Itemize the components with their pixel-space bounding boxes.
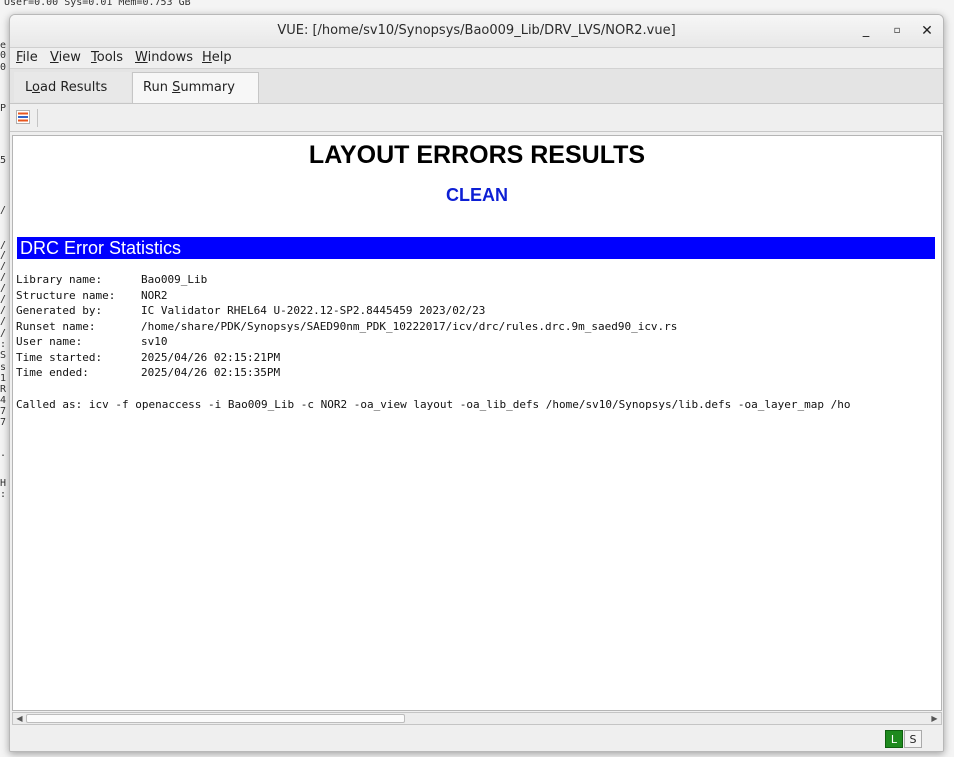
terminal-fragment: 7 xyxy=(0,417,7,428)
menu-tools[interactable]: Tools xyxy=(91,50,123,65)
menu-bar: File View Tools Windows Help xyxy=(10,48,943,68)
status-bar: L S xyxy=(10,726,943,751)
info-value: IC Validator RHEL64 U-2022.12-SP2.844545… xyxy=(141,304,486,317)
menu-windows-label: indows xyxy=(147,50,194,65)
terminal-fragment: 7 xyxy=(0,406,7,417)
scrollbar-thumb[interactable] xyxy=(26,714,405,723)
toolbar-separator xyxy=(37,109,38,127)
info-label: Generated by: xyxy=(16,304,103,317)
maximize-button[interactable]: ▫ xyxy=(887,22,907,40)
info-value: NOR2 xyxy=(141,288,168,302)
info-row: Library name: Bao009_Lib xyxy=(16,272,677,288)
terminal-fragment: / xyxy=(0,250,7,261)
menu-help-label: elp xyxy=(211,50,232,65)
menu-view[interactable]: View xyxy=(50,50,81,65)
terminal-fragment: : xyxy=(0,489,7,500)
terminal-fragment: / xyxy=(0,283,7,294)
tab-run-summary[interactable]: Run Summary ✕ xyxy=(132,72,259,125)
menu-help-mnemonic: H xyxy=(202,50,212,65)
menu-help[interactable]: Help xyxy=(202,50,232,65)
terminal-fragment: / xyxy=(0,316,7,327)
close-button[interactable]: ✕ xyxy=(917,22,937,40)
terminal-fragment: 0 xyxy=(0,62,7,73)
terminal-fragment: / xyxy=(0,305,7,316)
tab-load-results-label-end: ad Results xyxy=(39,80,108,95)
terminal-fragment: S xyxy=(0,350,7,361)
terminal-fragment: 0 xyxy=(0,50,7,61)
scroll-left-arrow-icon[interactable]: ◀ xyxy=(13,713,26,724)
title-bar[interactable]: VUE: [/home/sv10/Synopsys/Bao009_Lib/DRV… xyxy=(10,15,943,48)
terminal-fragment: / xyxy=(0,328,7,339)
info-value: sv10 xyxy=(141,335,168,348)
info-label: Runset name: xyxy=(16,319,96,333)
info-row: Structure name: NOR2 xyxy=(16,288,677,304)
terminal-fragment: R xyxy=(0,384,7,395)
info-value: 2025/04/26 02:15:35PM xyxy=(141,366,281,379)
tab-load-results[interactable]: Load Results ✕ xyxy=(14,72,131,125)
tab-load-results-mnemonic: o xyxy=(32,80,40,95)
terminal-fragment: / xyxy=(0,272,7,283)
report-view: LAYOUT ERRORS RESULTS CLEAN DRC Error St… xyxy=(12,135,942,711)
info-label: Time ended: xyxy=(16,366,89,379)
info-label: User name: xyxy=(16,335,83,348)
info-value: 2025/04/26 02:15:21PM xyxy=(141,350,281,364)
info-row: Runset name: /home/share/PDK/Synopsys/SAE… xyxy=(16,319,677,335)
minimize-button[interactable]: _ xyxy=(856,22,876,40)
info-row: User name: sv10 xyxy=(16,334,677,350)
info-value: Bao009_Lib xyxy=(141,273,208,286)
terminal-fragment: . xyxy=(0,448,7,459)
info-value: /home/share/PDK/Synopsys/SAED90nm_PDK_10… xyxy=(141,319,678,333)
menu-windows[interactable]: Windows xyxy=(135,50,193,65)
info-row: Time started: 2025/04/26 02:15:21PM xyxy=(16,350,677,366)
tab-run-summary-label-start: Run xyxy=(143,80,173,95)
terminal-fragment: P xyxy=(0,103,7,114)
terminal-status-line: User=0.00 Sys=0.01 Mem=0.753 GB xyxy=(4,0,191,8)
section-header-drc-error-statistics: DRC Error Statistics xyxy=(17,237,935,259)
result-status: CLEAN xyxy=(446,185,508,205)
terminal-fragment: s xyxy=(0,362,7,373)
menu-tools-label: ools xyxy=(96,50,124,65)
terminal-fragment: 5 xyxy=(0,155,7,166)
vue-window: VUE: [/home/sv10/Synopsys/Bao009_Lib/DRV… xyxy=(9,14,944,752)
horizontal-scrollbar[interactable]: ◀ ▶ xyxy=(12,712,942,725)
terminal-fragment: 1 xyxy=(0,373,7,384)
tab-bar: Load Results ✕ Run Summary ✕ xyxy=(10,68,943,125)
menu-windows-mnemonic: W xyxy=(135,50,148,65)
menu-view-mnemonic: V xyxy=(50,50,59,65)
terminal-fragment: / xyxy=(0,294,7,305)
list-icon[interactable] xyxy=(16,110,30,124)
info-label: Time started: xyxy=(16,350,103,364)
run-info-block: Library name: Bao009_Lib Structure name: NO… xyxy=(16,272,677,381)
status-s-indicator[interactable]: S xyxy=(904,730,922,748)
tab-run-summary-label-end: ummary xyxy=(180,80,235,95)
report-title: LAYOUT ERRORS RESULTS xyxy=(308,141,646,169)
info-row: Generated by: IC Validator RHEL64 U-2022.… xyxy=(16,303,677,319)
terminal-fragment: / xyxy=(0,261,7,272)
terminal-fragment: : xyxy=(0,339,7,350)
window-title: VUE: [/home/sv10/Synopsys/Bao009_Lib/DRV… xyxy=(277,23,676,38)
menu-file[interactable]: File xyxy=(16,50,38,65)
info-label: Library name: xyxy=(16,273,103,286)
terminal-fragment: H xyxy=(0,478,7,489)
menu-view-label: iew xyxy=(58,50,81,65)
terminal-fragment: 4 xyxy=(0,395,7,406)
called-as-command: Called as: icv -f openaccess -i Bao009_L… xyxy=(16,398,851,411)
scroll-right-arrow-icon[interactable]: ▶ xyxy=(928,713,941,724)
terminal-fragment: / xyxy=(0,205,7,216)
status-l-indicator[interactable]: L xyxy=(885,730,903,748)
tab-load-results-label-start: L xyxy=(25,80,33,95)
toolbar xyxy=(10,104,943,132)
info-row: Time ended: 2025/04/26 02:15:35PM xyxy=(16,365,677,381)
info-label: Structure name: xyxy=(16,288,116,302)
menu-file-label: ile xyxy=(22,50,38,65)
